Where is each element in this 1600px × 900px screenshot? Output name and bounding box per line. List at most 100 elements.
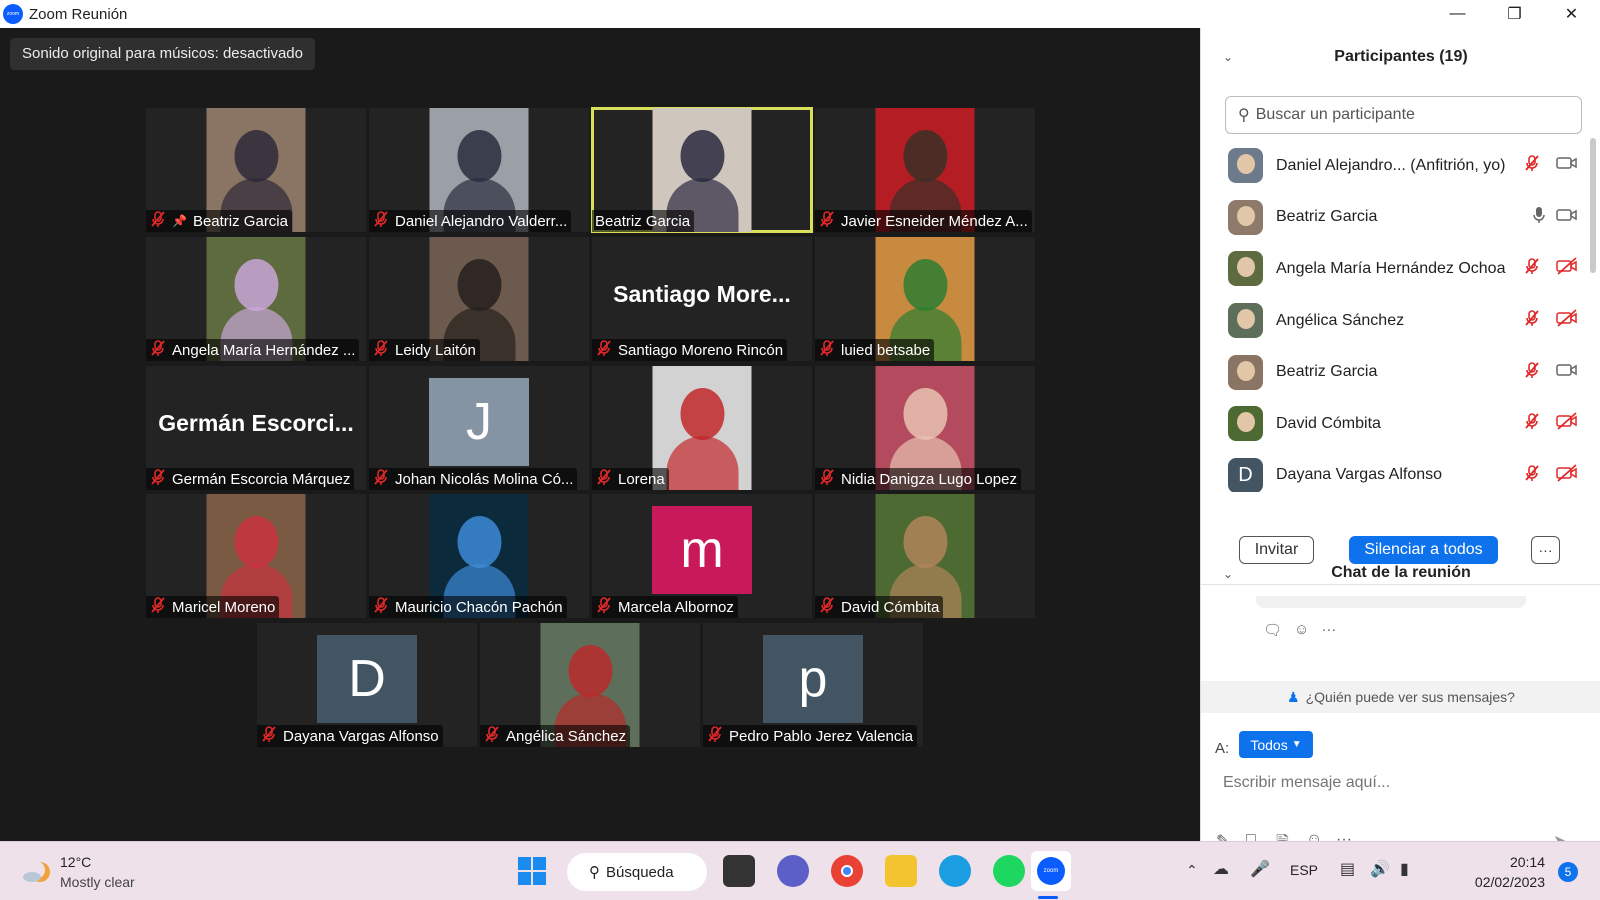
zoom-taskbar-icon[interactable]: zoom [1031, 851, 1071, 891]
microphone-icon[interactable]: 🎤 [1250, 859, 1270, 879]
video-tile[interactable]: D Dayana Vargas Alfonso [257, 623, 477, 747]
chrome-icon[interactable] [831, 855, 863, 887]
avatar: m [652, 506, 752, 594]
windows-start-icon[interactable] [516, 855, 548, 887]
video-tile[interactable]: Angélica Sánchez [480, 623, 700, 747]
video-tile[interactable]: m Marcela Albornoz [592, 494, 812, 618]
file-explorer-icon[interactable] [885, 855, 917, 887]
participant-search-input[interactable]: ⚲ Buscar un participante [1225, 96, 1582, 134]
video-tile[interactable]: 📌 Beatriz Garcia [146, 108, 366, 232]
onedrive-icon[interactable]: ☁ [1213, 859, 1229, 879]
title-bar: zoom Zoom Reunión — ❐ ✕ [0, 0, 1600, 28]
muted-mic-icon[interactable] [1523, 257, 1546, 280]
muted-mic-icon[interactable] [1523, 309, 1546, 332]
search-icon: ⚲ [589, 864, 600, 881]
notification-badge[interactable]: 5 [1558, 862, 1578, 882]
video-tile[interactable]: Leidy Laitón [369, 237, 589, 361]
chevron-up-icon[interactable]: ⌃ [1186, 862, 1198, 879]
participant-name: Daniel Alejandro... (Anfitrión, yo) [1276, 156, 1506, 174]
more-icon[interactable]: ··· [1321, 621, 1336, 639]
reply-icon[interactable]: 🗨 [1263, 621, 1282, 639]
video-tile[interactable]: Nidia Danigza Lugo Lopez [815, 366, 1035, 490]
muted-mic-icon[interactable] [1523, 154, 1546, 177]
react-icon[interactable]: ☺ [1294, 621, 1309, 639]
video-tile[interactable]: Beatriz Garcia [591, 107, 813, 233]
mic-icon[interactable] [1532, 206, 1546, 229]
tile-name-label: 📌 Beatriz Garcia [146, 210, 292, 232]
participant-row[interactable]: D Dayana Vargas Alfonso [1201, 450, 1584, 492]
muted-mic-icon[interactable] [1523, 464, 1546, 487]
participant-name: Santiago Moreno Rincón [618, 341, 784, 359]
weather-condition: Mostly clear [60, 874, 135, 890]
video-tile[interactable]: Daniel Alejandro Valderr... [369, 108, 589, 232]
tile-name-label: Daniel Alejandro Valderr... [369, 210, 572, 232]
battery-icon[interactable]: ▮ [1400, 859, 1409, 879]
chat-message-input[interactable] [1223, 771, 1563, 795]
muted-mic-icon [372, 339, 395, 361]
muted-mic-icon [483, 725, 506, 747]
video-off-icon[interactable] [1556, 412, 1578, 435]
muted-mic-icon [149, 596, 172, 618]
video-camera-icon[interactable] [1556, 207, 1578, 228]
participant-row[interactable]: Angélica Sánchez [1201, 295, 1584, 347]
video-tile[interactable]: Germán Escorci... Germán Escorcia Márquez [146, 366, 366, 490]
video-camera-icon[interactable] [1556, 362, 1578, 383]
participant-name: Beatriz Garcia [595, 212, 691, 230]
recipient-select[interactable]: Todos ▼ [1239, 731, 1313, 758]
video-tile[interactable]: luied betsabe [815, 237, 1035, 361]
avatar [1228, 406, 1263, 442]
chat-title: Chat de la reunión [1331, 564, 1471, 581]
message-privacy[interactable]: ♟ ¿Quién puede ver sus mensajes? [1201, 681, 1600, 713]
muted-mic-icon[interactable] [1523, 361, 1546, 384]
tile-name-label: Beatriz Garcia [592, 210, 695, 232]
restore-button[interactable]: ❐ [1486, 0, 1543, 28]
spotify-icon[interactable] [993, 855, 1025, 887]
video-tile[interactable]: David Cómbita [815, 494, 1035, 618]
video-tile[interactable]: p Pedro Pablo Jerez Valencia [703, 623, 923, 747]
tile-name-label: Angela María Hernández ... [146, 339, 360, 361]
participant-row[interactable]: David Cómbita [1201, 398, 1584, 450]
language-indicator[interactable]: ESP [1290, 862, 1318, 878]
video-tile[interactable]: J Johan Nicolás Molina Có... [369, 366, 589, 490]
video-tile[interactable]: Santiago More... Santiago Moreno Rincón [592, 237, 812, 361]
video-camera-icon[interactable] [1556, 155, 1578, 176]
network-icon[interactable]: ▤ [1340, 859, 1355, 879]
volume-icon[interactable]: 🔊 [1370, 859, 1390, 879]
task-view-icon[interactable] [723, 855, 755, 887]
privacy-label: ¿Quién puede ver sus mensajes? [1305, 689, 1515, 705]
muted-mic-icon [595, 596, 618, 618]
participant-row[interactable]: Angela María Hernández Ochoa [1201, 243, 1584, 295]
mute-all-button[interactable]: Silenciar a todos [1349, 536, 1498, 564]
muted-mic-icon[interactable] [1523, 412, 1546, 435]
original-sound-banner[interactable]: Sonido original para músicos: desactivad… [10, 38, 315, 70]
participant-name: Mauricio Chacón Pachón [395, 598, 563, 616]
avatar [1228, 148, 1263, 184]
search-icon: ⚲ [1238, 107, 1250, 124]
participant-row[interactable]: Daniel Alejandro... (Anfitrión, yo) [1201, 140, 1584, 192]
participant-row[interactable]: Beatriz Garcia [1201, 192, 1584, 244]
video-off-icon[interactable] [1556, 257, 1578, 280]
video-tile[interactable]: Lorena [592, 366, 812, 490]
close-button[interactable]: ✕ [1543, 0, 1600, 28]
edge-icon[interactable] [939, 855, 971, 887]
weather-widget[interactable]: 12°C Mostly clear [22, 852, 135, 892]
more-options-button[interactable]: ··· [1531, 536, 1560, 564]
minimize-button[interactable]: — [1429, 0, 1486, 28]
clock[interactable]: 20:14 02/02/2023 [1475, 852, 1545, 892]
video-off-icon[interactable] [1556, 309, 1578, 332]
tile-name-label: Maricel Moreno [146, 596, 280, 618]
chat-app-icon[interactable] [777, 855, 809, 887]
participant-name: David Cómbita [841, 598, 940, 616]
participant-name: Angela María Hernández ... [172, 341, 356, 359]
video-tile[interactable]: Javier Esneider Méndez A... [815, 108, 1035, 232]
video-off-icon[interactable] [1556, 464, 1578, 487]
participant-scrollbar[interactable] [1590, 138, 1596, 273]
avatar: D [1228, 457, 1263, 492]
video-tile[interactable]: Angela María Hernández ... [146, 237, 366, 361]
taskbar-search[interactable]: ⚲ Búsqueda [567, 853, 707, 891]
participant-row[interactable]: Beatriz Garcia [1201, 346, 1584, 398]
video-tile[interactable]: Maricel Moreno [146, 494, 366, 618]
tile-name-label: Angélica Sánchez [480, 725, 631, 747]
invite-button[interactable]: Invitar [1239, 536, 1314, 564]
video-tile[interactable]: Mauricio Chacón Pachón [369, 494, 589, 618]
